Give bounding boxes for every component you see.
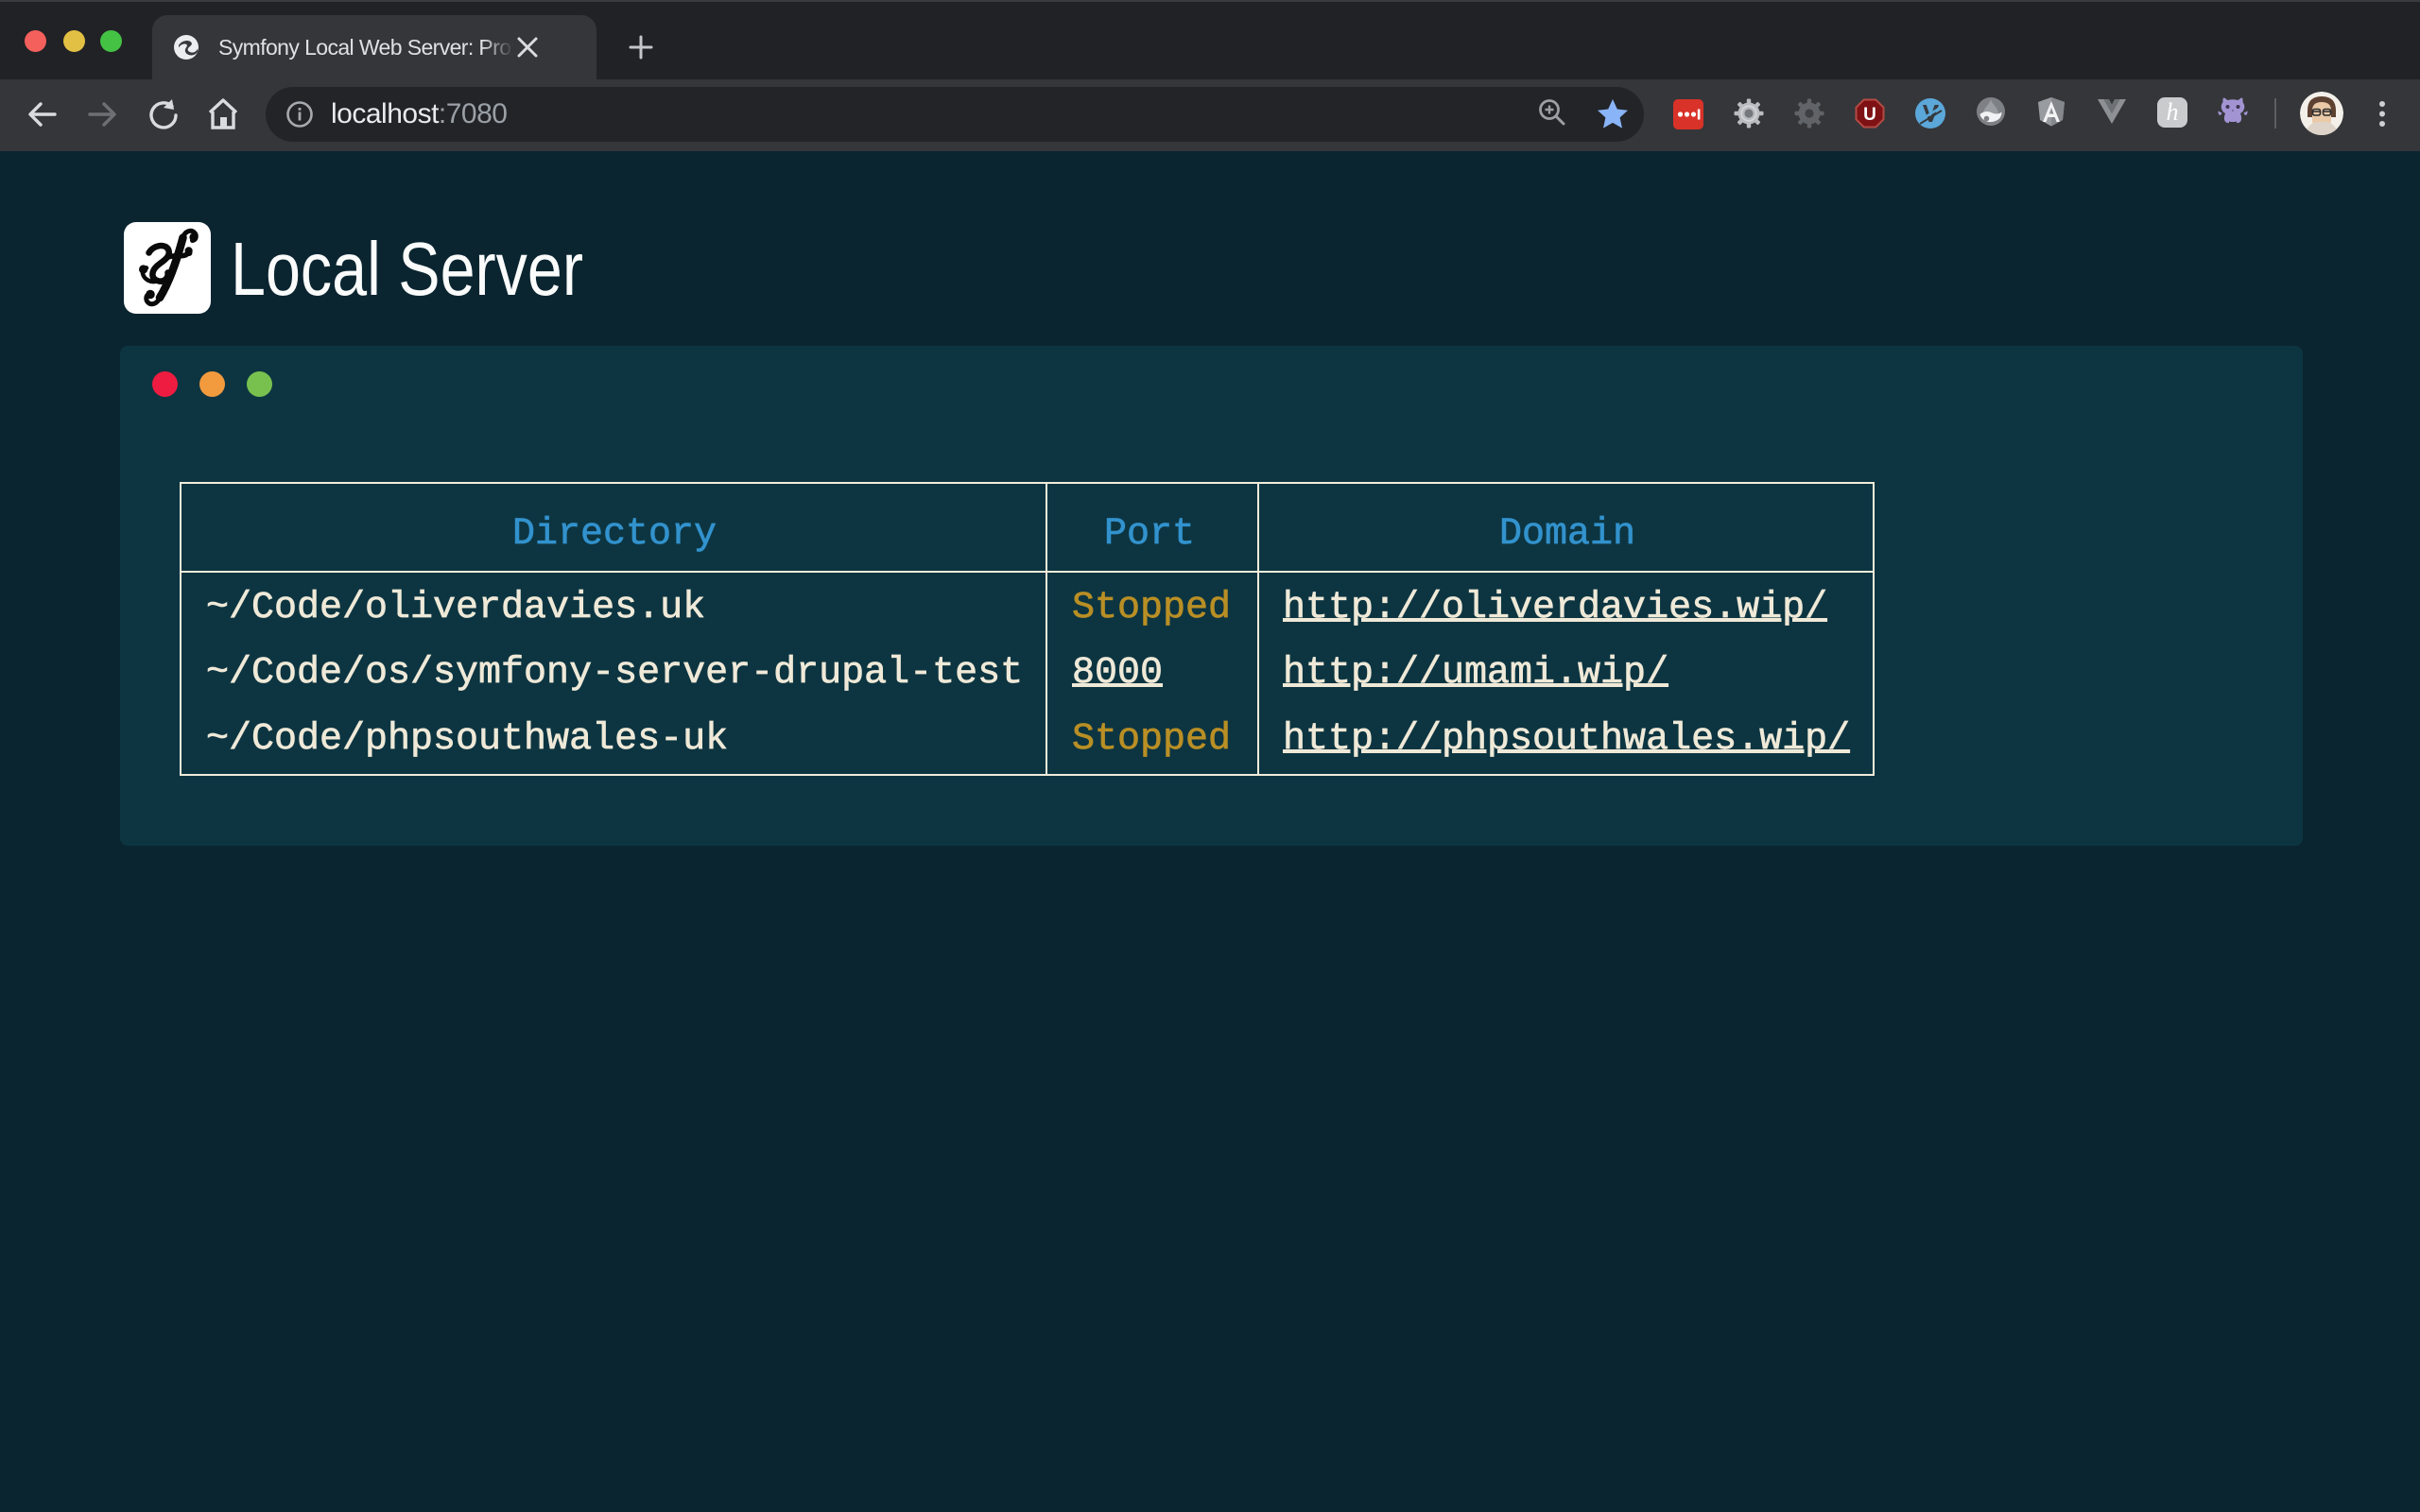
- svg-text:h: h: [2167, 98, 2179, 126]
- svg-text:U: U: [1863, 105, 1876, 125]
